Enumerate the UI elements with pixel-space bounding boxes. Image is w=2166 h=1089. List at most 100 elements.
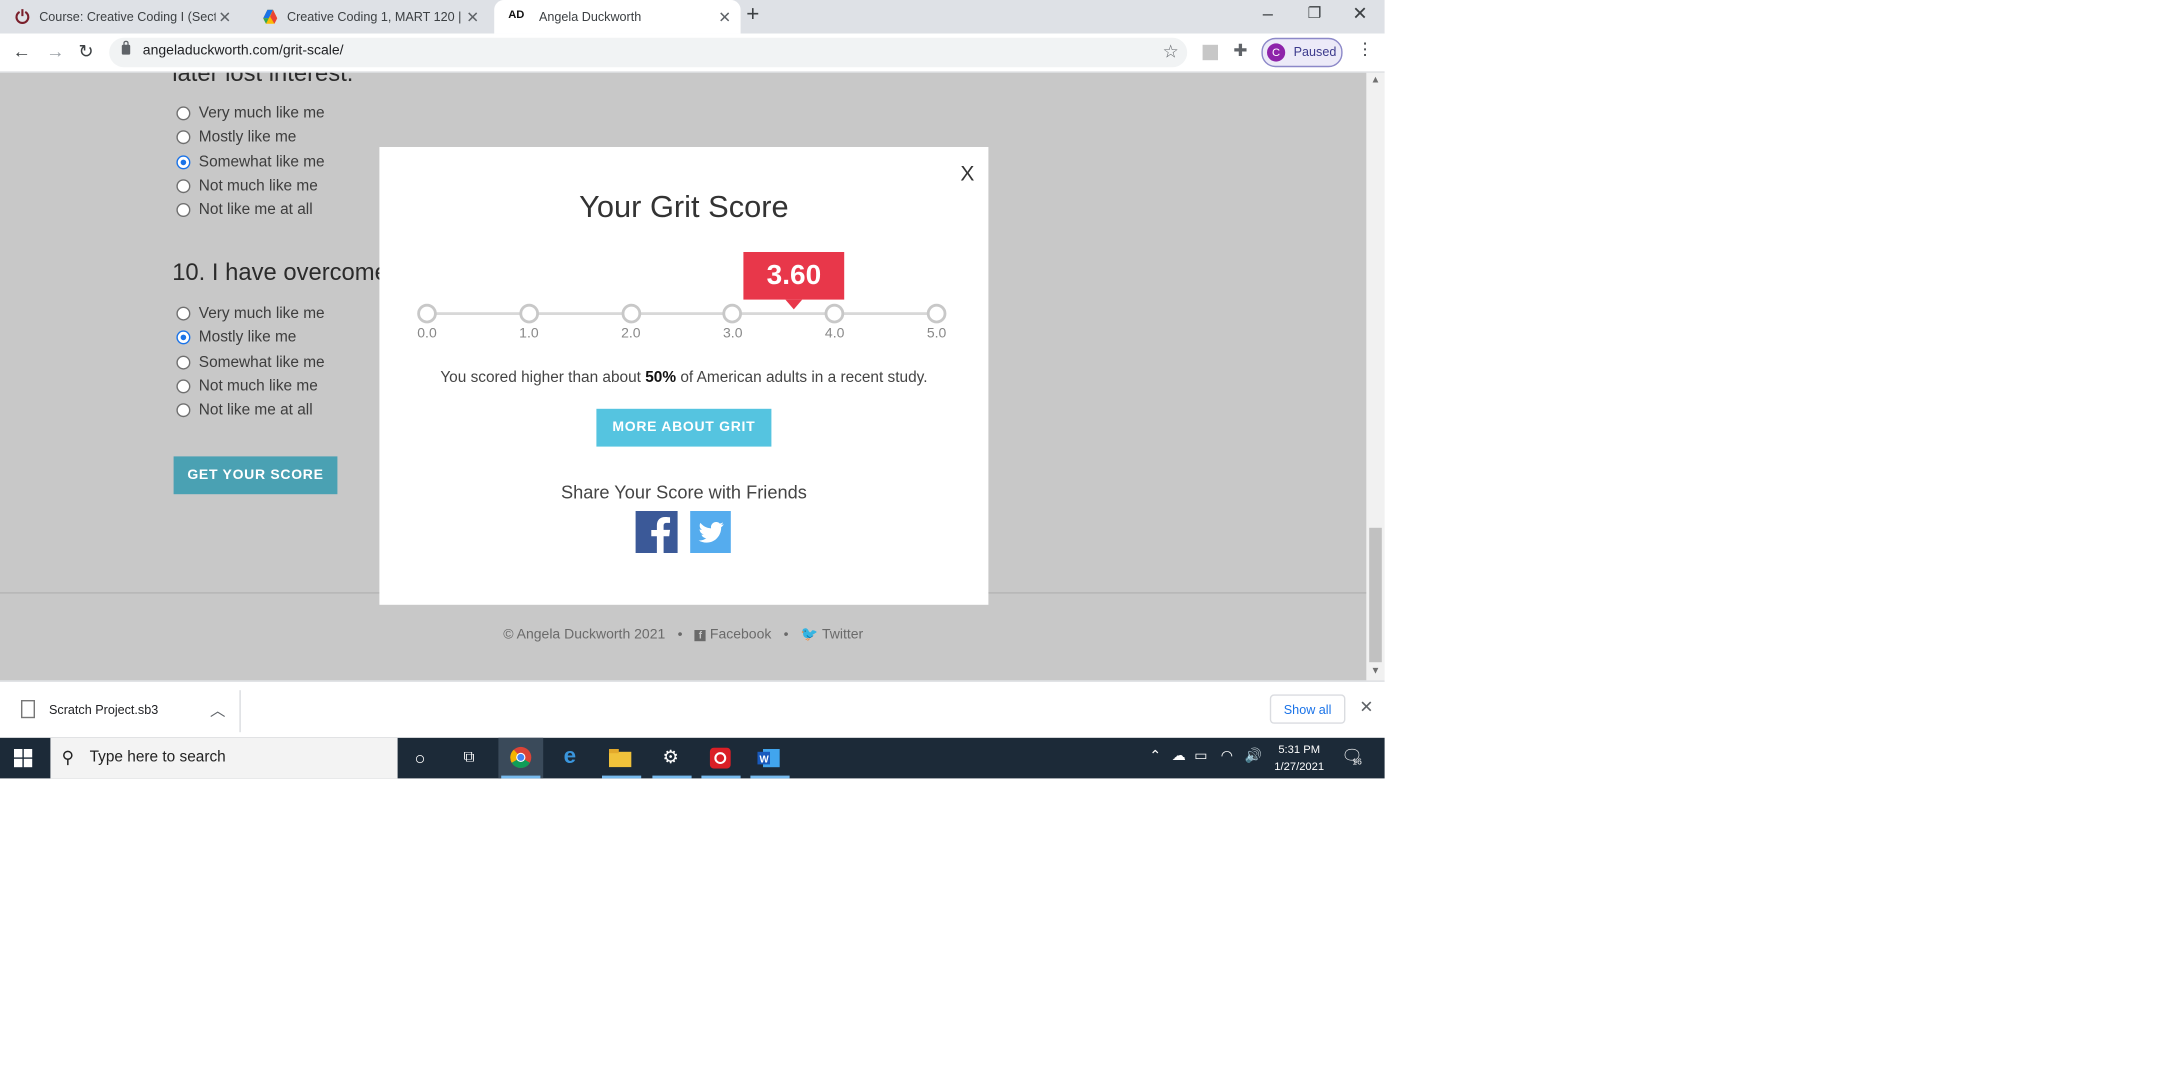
- ad-icon: AD: [508, 8, 525, 21]
- puzzle-icon[interactable]: ✚: [1233, 41, 1247, 61]
- search-placeholder: Type here to search: [89, 749, 226, 766]
- facebook-icon: f: [694, 630, 706, 642]
- radio-button[interactable]: [176, 330, 191, 345]
- scale-point: [417, 303, 437, 324]
- restore-button[interactable]: ❐: [1308, 4, 1322, 23]
- close-tab-icon[interactable]: ✕: [718, 8, 731, 26]
- new-tab-button[interactable]: +: [746, 3, 759, 28]
- bookmark-star-icon[interactable]: ☆: [1162, 41, 1178, 63]
- creative-cloud-icon[interactable]: [707, 745, 732, 770]
- scroll-down-arrow-icon[interactable]: ▼: [1371, 666, 1381, 676]
- tab-course[interactable]: Course: Creative Coding I (Sect: 5 ✕: [0, 0, 248, 34]
- footer-facebook-link[interactable]: f Facebook: [694, 627, 772, 643]
- radio-button[interactable]: [176, 355, 191, 370]
- footer-twitter-link[interactable]: 🐦 Twitter: [801, 627, 863, 642]
- footer-dot: •: [677, 627, 683, 643]
- twitter-share-button[interactable]: [690, 511, 731, 553]
- option-label: Not much like me: [198, 377, 318, 395]
- radio-button[interactable]: [176, 130, 191, 145]
- option-label: Very much like me: [198, 305, 325, 322]
- modal-close-button[interactable]: X: [960, 162, 974, 186]
- app-running-indicator: [750, 775, 790, 779]
- close-download-bar-icon[interactable]: ✕: [1359, 697, 1373, 717]
- close-tab-icon[interactable]: ✕: [218, 8, 231, 26]
- avatar: C: [1267, 43, 1286, 62]
- minimize-button[interactable]: –: [1263, 3, 1273, 24]
- scale-tick-label: 4.0: [824, 326, 845, 342]
- radio-button[interactable]: [176, 203, 191, 218]
- app-running-indicator: [602, 775, 642, 779]
- stat-percent: 50%: [645, 369, 677, 387]
- search-icon: ⚲: [61, 747, 74, 768]
- taskbar-search-box[interactable]: ⚲ Type here to search: [50, 737, 398, 779]
- chevron-up-icon[interactable]: ⌃: [1149, 749, 1161, 764]
- close-tab-icon[interactable]: ✕: [466, 8, 479, 26]
- q9-option[interactable]: Somewhat like me: [176, 153, 325, 171]
- profile-status: Paused: [1293, 44, 1337, 59]
- radio-button[interactable]: [176, 106, 191, 121]
- facebook-label: Facebook: [709, 627, 772, 643]
- tab-strip: Course: Creative Coding I (Sect: 5 ✕ Cre…: [0, 0, 1385, 34]
- q10-option[interactable]: Mostly like me: [176, 329, 296, 346]
- window-close-button[interactable]: ✕: [1352, 3, 1367, 25]
- q9-option[interactable]: Mostly like me: [176, 129, 296, 146]
- menu-dots-icon[interactable]: ⋮: [1357, 39, 1374, 59]
- edge-icon[interactable]: e: [557, 745, 582, 770]
- show-all-button[interactable]: Show all: [1269, 694, 1346, 724]
- scroll-thumb[interactable]: [1369, 527, 1382, 663]
- svg-text:W: W: [760, 754, 770, 765]
- system-clock[interactable]: 5:31 PM 1/27/2021: [1267, 742, 1331, 776]
- chrome-icon[interactable]: [508, 745, 533, 770]
- windows-start-icon[interactable]: [14, 749, 33, 768]
- radio-button[interactable]: [176, 179, 191, 194]
- notification-count: 16: [1352, 758, 1362, 768]
- score-scale-track: [427, 312, 937, 315]
- radio-button[interactable]: [176, 154, 191, 169]
- settings-gear-icon[interactable]: ⚙: [658, 745, 683, 770]
- chevron-up-icon[interactable]: ︿: [210, 699, 225, 721]
- volume-icon[interactable]: 🔊: [1245, 749, 1262, 764]
- q9-option[interactable]: Not much like me: [176, 178, 318, 194]
- q9-option[interactable]: Not like me at all: [176, 201, 313, 219]
- word-icon[interactable]: W: [756, 745, 781, 770]
- radio-button[interactable]: [176, 379, 191, 394]
- battery-icon[interactable]: ▭: [1194, 749, 1207, 764]
- forward-arrow-icon[interactable]: →: [46, 41, 64, 62]
- task-view-icon[interactable]: ⧉: [456, 745, 481, 770]
- file-icon: [21, 700, 35, 719]
- profile-button[interactable]: C Paused: [1261, 37, 1343, 68]
- twitter-label: Twitter: [821, 627, 864, 643]
- wifi-icon[interactable]: ◠: [1221, 749, 1233, 764]
- q10-option[interactable]: Not much like me: [176, 377, 318, 395]
- back-arrow-icon[interactable]: ←: [13, 41, 31, 62]
- share-heading: Share Your Score with Friends: [560, 481, 807, 503]
- tab-angela-duckworth[interactable]: AD Angela Duckworth ✕: [494, 0, 741, 34]
- tab-mart120[interactable]: Creative Coding 1, MART 120 | W ✕: [248, 0, 494, 34]
- facebook-share-button[interactable]: [635, 511, 678, 553]
- url-text[interactable]: angeladuckworth.com/grit-scale/: [143, 43, 344, 58]
- page-scrollbar[interactable]: ▲ ▼: [1366, 72, 1385, 681]
- more-about-grit-button[interactable]: MORE ABOUT GRIT: [596, 408, 772, 447]
- q10-option[interactable]: Very much like me: [176, 305, 325, 322]
- radio-button[interactable]: [176, 403, 191, 418]
- cortana-icon[interactable]: ○: [407, 745, 432, 770]
- q9-option[interactable]: Very much like me: [176, 105, 325, 122]
- onedrive-cloud-icon[interactable]: ☁: [1172, 749, 1186, 764]
- reload-icon[interactable]: ↻: [78, 41, 93, 63]
- extension-icon[interactable]: [1202, 44, 1218, 61]
- modal-title: Your Grit Score: [579, 189, 789, 224]
- app-running-indicator: [652, 775, 692, 779]
- stat-prefix: You scored higher than about: [440, 369, 646, 387]
- divider: [239, 690, 241, 733]
- option-label: Not like me at all: [198, 201, 313, 219]
- address-bar[interactable]: angeladuckworth.com/grit-scale/ ☆: [109, 37, 1188, 68]
- scale-point: [926, 303, 947, 324]
- q10-option[interactable]: Not like me at all: [176, 402, 313, 419]
- file-explorer-icon[interactable]: [608, 745, 633, 770]
- download-item[interactable]: Scratch Project.sb3: [21, 700, 158, 719]
- option-label: Somewhat like me: [198, 153, 325, 171]
- get-score-button[interactable]: GET YOUR SCORE: [173, 456, 338, 495]
- q10-option[interactable]: Somewhat like me: [176, 354, 325, 370]
- radio-button[interactable]: [176, 306, 191, 321]
- scroll-up-arrow-icon[interactable]: ▲: [1371, 76, 1381, 86]
